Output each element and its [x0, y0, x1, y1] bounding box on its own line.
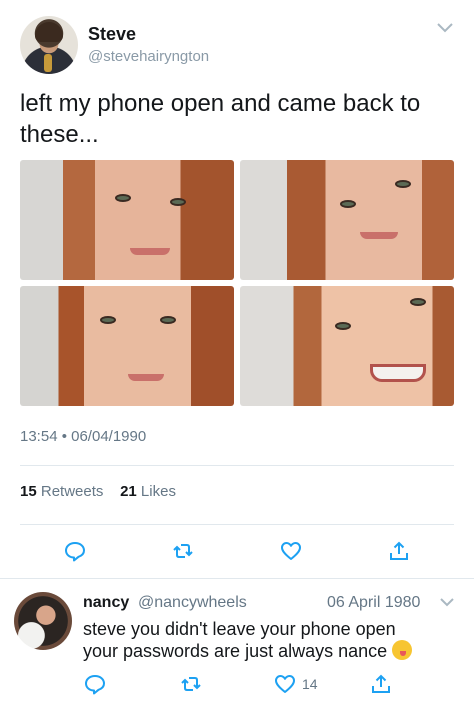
reply-date: 06 April 1980: [327, 594, 421, 611]
retweets-label: Retweets: [40, 483, 104, 500]
avatar[interactable]: [20, 16, 78, 74]
reply-icon[interactable]: [84, 673, 106, 695]
retweet-icon[interactable]: [180, 673, 202, 695]
divider: [0, 578, 474, 579]
photo-1[interactable]: [20, 160, 234, 280]
divider: [20, 524, 454, 525]
likes-label: Likes: [140, 483, 176, 500]
tweet-action-bar: [0, 540, 474, 564]
reply-author-name[interactable]: nancy: [83, 594, 129, 612]
retweets-stat[interactable]: 15 Retweets: [20, 483, 103, 500]
author-name[interactable]: Steve: [88, 24, 136, 45]
chevron-down-icon[interactable]: [440, 598, 454, 607]
reply-line-2: your passwords are just always nance: [83, 640, 468, 662]
likes-stat[interactable]: 21 Likes: [120, 483, 176, 500]
tweet-timestamp: 13:54 • 06/04/1990: [20, 428, 147, 445]
tweet-page: Steve @stevehairyngton left my phone ope…: [0, 0, 474, 703]
reply-author-handle[interactable]: @nancywheels: [138, 594, 247, 612]
tweet-header: Steve @stevehairyngton: [20, 16, 460, 80]
photo-grid: [20, 160, 454, 406]
reply-like-count: 14: [302, 676, 318, 692]
photo-3[interactable]: [20, 286, 234, 406]
tweet-text: left my phone open and came back to thes…: [20, 90, 421, 148]
heart-icon[interactable]: [274, 673, 296, 695]
photo-4[interactable]: [240, 286, 454, 406]
share-icon[interactable]: [370, 673, 392, 695]
reply-action-bar: [0, 673, 474, 695]
chevron-down-icon[interactable]: [436, 22, 454, 34]
reply-text: steve you didn't leave your phone open y…: [83, 618, 468, 662]
retweets-count: 15: [20, 483, 37, 500]
likes-count: 21: [120, 483, 137, 500]
photo-2[interactable]: [240, 160, 454, 280]
divider: [20, 465, 454, 466]
tweet-stats: 15 Retweets 21 Likes: [20, 483, 176, 500]
author-handle[interactable]: @stevehairyngton: [88, 48, 209, 65]
tongue-emoji-icon: [392, 640, 413, 660]
reply-line-1: steve you didn't leave your phone open: [83, 619, 396, 639]
reply-icon[interactable]: [64, 540, 86, 562]
heart-icon[interactable]: [280, 540, 302, 562]
share-icon[interactable]: [388, 540, 410, 562]
reply-avatar[interactable]: [14, 592, 72, 650]
reply-line-2-text: your passwords are just always nance: [83, 641, 388, 661]
retweet-icon[interactable]: [172, 540, 194, 562]
